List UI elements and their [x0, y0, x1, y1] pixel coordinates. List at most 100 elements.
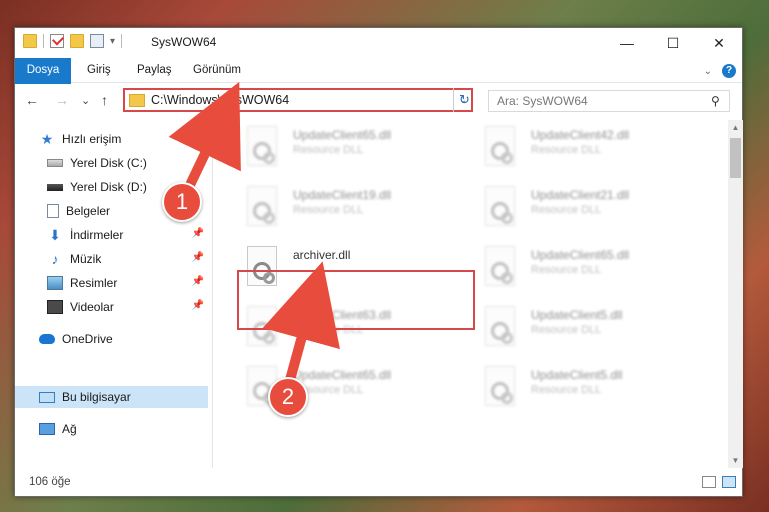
step-1-badge: 1 — [162, 182, 202, 222]
quick-access-toolbar: ▾ — [23, 34, 123, 48]
file-name: UpdateClient65.dll — [293, 368, 392, 382]
navigation-bar: ← → ⌄ ↑ C:\Windows\SysWOW64 ⌄ ↻ Ara: Sys… — [15, 84, 742, 118]
sidebar-item-label: Belgeler — [66, 204, 111, 218]
step-2-badge: 2 — [268, 377, 308, 417]
file-item[interactable]: UpdateClient5.dll Resource DLL — [461, 300, 691, 358]
vertical-scrollbar[interactable]: ▲ ▼ — [728, 120, 743, 468]
dll-file-icon — [485, 366, 519, 408]
sidebar-item-onedrive[interactable]: OneDrive — [39, 328, 208, 350]
file-name: UpdateClient42.dll — [531, 128, 630, 142]
file-item[interactable]: UpdateClient65.dll Resource DLL — [461, 240, 691, 298]
tab-view[interactable]: Görünüm — [181, 58, 253, 83]
pin-icon[interactable]: 📌 — [192, 300, 204, 311]
star-icon: ★ — [40, 131, 54, 147]
sidebar-item-label: Resimler — [70, 276, 118, 290]
file-name: UpdateClient5.dll — [531, 308, 623, 322]
file-item[interactable]: UpdateClient5.dll Resource DLL — [461, 360, 691, 418]
large-icons-view-icon[interactable] — [722, 476, 736, 488]
file-item[interactable]: UpdateClient65.dll Resource DLL — [223, 120, 453, 178]
explorer-window: ▾ SysWOW64 — ☐ ✕ Dosya Giriş Paylaş Görü… — [14, 27, 743, 497]
file-type: Resource DLL — [531, 144, 602, 156]
sidebar-item-label: Müzik — [70, 252, 102, 266]
minimize-button[interactable]: — — [604, 28, 650, 58]
sidebar-item-label: OneDrive — [62, 332, 113, 346]
toolbar-separator — [43, 34, 44, 48]
sidebar-item-label: Yerel Disk (C:) — [70, 156, 147, 170]
pin-icon[interactable]: 📌 — [192, 276, 204, 287]
sidebar-item-pictures[interactable]: Resimler 📌 — [47, 272, 208, 294]
archiver-highlight-box — [237, 270, 475, 330]
caption-buttons: — ☐ ✕ — [604, 28, 742, 58]
documents-icon — [47, 204, 59, 218]
file-type: Resource DLL — [293, 144, 364, 156]
sidebar-item-this-pc[interactable]: Bu bilgisayar — [15, 386, 208, 408]
status-bar: 106 öğe — [15, 468, 742, 496]
close-button[interactable]: ✕ — [696, 28, 742, 58]
dll-file-icon — [247, 186, 281, 228]
drive-icon — [47, 159, 63, 167]
properties-icon[interactable] — [50, 34, 64, 48]
up-button[interactable]: ↑ — [101, 92, 108, 108]
file-name: UpdateClient5.dll — [531, 368, 623, 382]
expand-ribbon-icon[interactable]: ⌄ — [704, 66, 712, 77]
file-type: Resource DLL — [531, 324, 602, 336]
pin-icon[interactable]: 📌 — [192, 252, 204, 263]
file-type: Resource DLL — [531, 384, 602, 396]
music-icon: ♪ — [51, 251, 59, 267]
sidebar-item-quick-access[interactable]: ★ Hızlı erişim — [39, 128, 208, 150]
back-button[interactable]: ← — [25, 92, 39, 108]
dll-file-icon — [485, 126, 519, 168]
address-bar[interactable]: C:\Windows\SysWOW64 ⌄ — [123, 88, 473, 112]
scroll-down-icon[interactable]: ▼ — [728, 453, 743, 468]
folder-icon — [129, 93, 145, 107]
pin-icon[interactable]: 📌 — [192, 228, 204, 239]
chevron-down-icon[interactable]: ▾ — [110, 36, 115, 47]
recent-locations-button[interactable]: ⌄ — [81, 94, 90, 107]
file-name: archiver.dll — [293, 248, 351, 262]
sidebar-item-label: İndirmeler — [70, 228, 124, 242]
details-view-icon[interactable] — [702, 476, 716, 488]
file-name: UpdateClient65.dll — [293, 128, 392, 142]
dll-file-icon — [485, 246, 519, 288]
scrollbar-thumb[interactable] — [730, 138, 741, 178]
file-name: UpdateClient19.dll — [293, 188, 392, 202]
search-input[interactable]: Ara: SysWOW64 — [497, 94, 711, 108]
file-item[interactable]: UpdateClient65.dll Resource DLL — [223, 360, 453, 418]
window-title: SysWOW64 — [151, 35, 217, 49]
sidebar-item-videos[interactable]: Videolar 📌 — [47, 296, 208, 318]
file-item[interactable]: UpdateClient42.dll Resource DLL — [461, 120, 691, 178]
tab-share[interactable]: Paylaş — [125, 58, 184, 83]
refresh-button[interactable]: ↻ — [453, 88, 475, 112]
sidebar-item-label: Bu bilgisayar — [62, 390, 131, 404]
sidebar-item-label: Videolar — [70, 300, 114, 314]
tab-home[interactable]: Giriş — [75, 58, 123, 83]
help-icon[interactable]: ? — [722, 64, 736, 78]
customize-toolbar-icon[interactable] — [90, 34, 104, 48]
videos-icon — [47, 300, 63, 314]
onedrive-icon — [39, 334, 55, 344]
new-folder-icon[interactable] — [70, 34, 84, 48]
sidebar-item-network[interactable]: Ağ — [39, 418, 208, 440]
folder-icon — [23, 34, 37, 48]
file-item[interactable]: UpdateClient21.dll Resource DLL — [461, 180, 691, 238]
pictures-icon — [47, 276, 63, 290]
maximize-button[interactable]: ☐ — [650, 28, 696, 58]
file-item[interactable]: UpdateClient19.dll Resource DLL — [223, 180, 453, 238]
view-toggle — [702, 476, 736, 488]
download-icon: ⬇ — [49, 227, 61, 243]
sidebar-item-music[interactable]: ♪ Müzik 📌 — [47, 248, 208, 270]
title-bar: ▾ SysWOW64 — ☐ ✕ — [15, 28, 742, 58]
search-box[interactable]: Ara: SysWOW64 ⚲ — [488, 90, 730, 112]
file-name: UpdateClient65.dll — [531, 248, 630, 262]
address-path[interactable]: C:\Windows\SysWOW64 — [151, 93, 455, 107]
drive-icon — [47, 183, 63, 191]
sidebar-item-local-disk-c[interactable]: Yerel Disk (C:) — [47, 152, 208, 174]
forward-button[interactable]: → — [55, 92, 69, 108]
file-type: Resource DLL — [293, 204, 364, 216]
sidebar-item-label: Ağ — [62, 422, 77, 436]
item-count: 106 öğe — [29, 476, 71, 488]
scroll-up-icon[interactable]: ▲ — [728, 120, 743, 135]
sidebar-item-downloads[interactable]: ⬇ İndirmeler 📌 — [47, 224, 208, 246]
search-icon: ⚲ — [711, 94, 720, 108]
ribbon-right-controls: ⌄ ? — [704, 64, 736, 78]
